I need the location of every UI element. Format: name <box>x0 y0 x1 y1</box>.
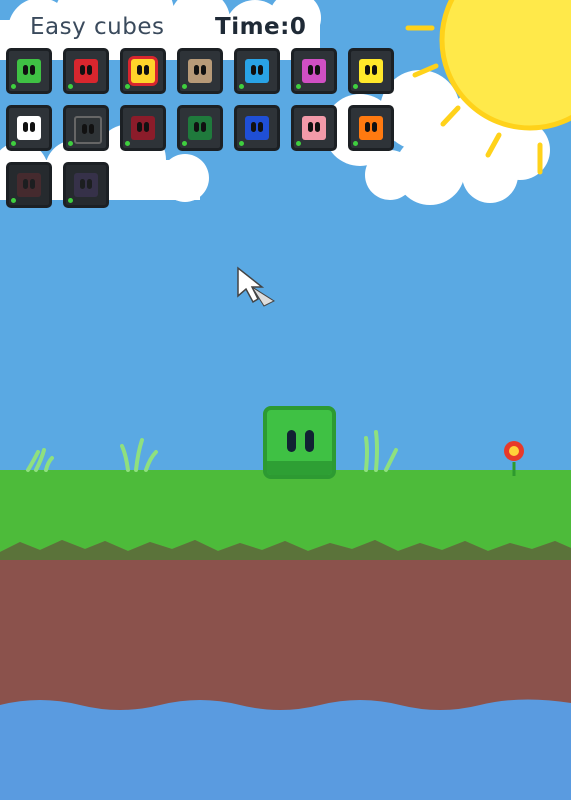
skin-face <box>188 59 212 83</box>
status-dot <box>353 141 358 146</box>
skin-eye <box>194 122 199 132</box>
skin-eye <box>87 179 92 189</box>
skin-eye <box>194 65 199 75</box>
skin-eye <box>365 65 370 75</box>
skin-eye <box>308 122 313 132</box>
status-dot <box>68 84 73 89</box>
skin-tile-dark-green[interactable] <box>177 105 223 151</box>
skin-face <box>188 116 212 140</box>
skin-eye <box>365 122 370 132</box>
skin-eye <box>251 122 256 132</box>
skin-tile-yellow[interactable] <box>348 48 394 94</box>
dirt <box>0 540 571 712</box>
skin-tile-pink-bow[interactable] <box>291 105 337 151</box>
skin-face <box>74 173 98 197</box>
skin-eye <box>372 65 377 75</box>
skin-face <box>131 116 155 140</box>
skin-eye <box>23 65 28 75</box>
skin-face <box>302 59 326 83</box>
skin-tile-black[interactable] <box>63 105 109 151</box>
skin-tile-orange[interactable] <box>348 105 394 151</box>
status-dot <box>296 84 301 89</box>
status-dot <box>68 141 73 146</box>
skin-eye <box>201 65 206 75</box>
status-dot <box>182 84 187 89</box>
skin-eye <box>89 124 94 134</box>
skin-eye <box>144 122 149 132</box>
player-eye-right <box>305 430 314 452</box>
status-dot <box>11 198 16 203</box>
skin-face <box>74 116 102 144</box>
skin-eye <box>372 122 377 132</box>
skin-face <box>245 116 269 140</box>
skin-tile-red[interactable] <box>63 48 109 94</box>
skin-eye <box>258 65 263 75</box>
skin-eye <box>30 179 35 189</box>
status-dot <box>239 141 244 146</box>
skin-tile-green[interactable] <box>6 48 52 94</box>
skin-tile-magenta[interactable] <box>291 48 337 94</box>
skin-face <box>245 59 269 83</box>
skin-eye <box>308 65 313 75</box>
skin-face <box>359 59 383 83</box>
water <box>0 699 571 800</box>
player-cube[interactable] <box>263 406 336 479</box>
skin-face <box>302 116 326 140</box>
skin-eye <box>80 65 85 75</box>
status-dot <box>239 84 244 89</box>
skin-eye <box>23 122 28 132</box>
skin-eye <box>23 179 28 189</box>
skin-eye <box>30 65 35 75</box>
status-dot <box>11 84 16 89</box>
skin-eye <box>80 179 85 189</box>
status-dot <box>296 141 301 146</box>
skin-face <box>131 59 155 83</box>
skin-eye <box>82 124 87 134</box>
status-dot <box>68 198 73 203</box>
skin-eye <box>137 65 142 75</box>
skin-face <box>17 116 41 140</box>
status-dot <box>353 84 358 89</box>
skin-eye <box>315 122 320 132</box>
skin-tile-white[interactable] <box>6 105 52 151</box>
skin-face <box>17 173 41 197</box>
skin-face <box>359 116 383 140</box>
game-title: Easy cubes <box>30 14 165 40</box>
status-dot <box>125 84 130 89</box>
skin-tile-tan[interactable] <box>177 48 223 94</box>
skin-eye <box>87 65 92 75</box>
status-dot <box>11 141 16 146</box>
skin-tile-navy[interactable] <box>234 105 280 151</box>
skin-eye <box>201 122 206 132</box>
skin-tile-purple-locked[interactable] <box>63 162 109 208</box>
skin-eye <box>137 122 142 132</box>
player-eye-left <box>287 430 296 452</box>
skin-tile-maroon[interactable] <box>120 105 166 151</box>
skin-tile-blue[interactable] <box>234 48 280 94</box>
skin-tile-brown-locked[interactable] <box>6 162 52 208</box>
status-dot <box>182 141 187 146</box>
skin-eye <box>30 122 35 132</box>
skin-eye <box>144 65 149 75</box>
time-counter: Time:0 <box>215 14 307 40</box>
skin-eye <box>258 122 263 132</box>
skin-face <box>17 59 41 83</box>
skin-tile-yellow-frilled[interactable] <box>120 48 166 94</box>
status-dot <box>125 141 130 146</box>
skin-face <box>74 59 98 83</box>
skin-eye <box>251 65 256 75</box>
skin-eye <box>315 65 320 75</box>
